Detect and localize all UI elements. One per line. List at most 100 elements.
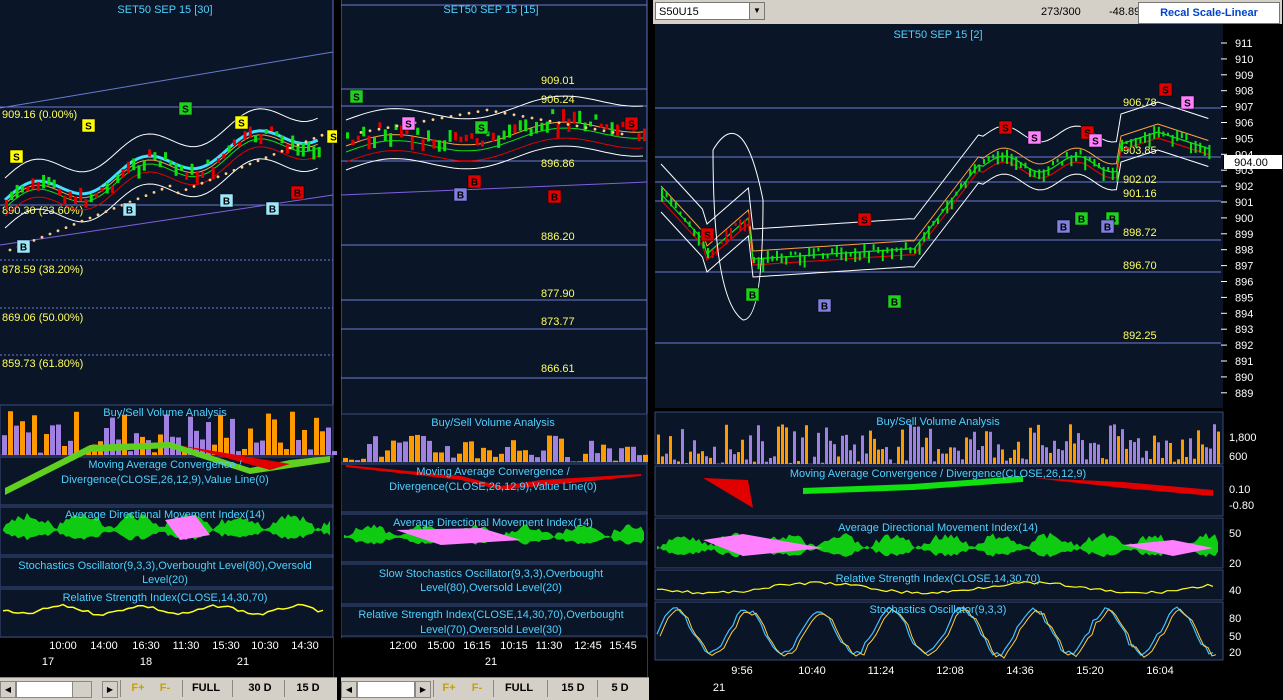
range-15d-button[interactable]: 15 D [288, 680, 328, 697]
volume-bar [657, 434, 660, 464]
candle [351, 139, 355, 145]
candle [914, 248, 916, 254]
range-5d-button[interactable]: 5 D [603, 680, 637, 697]
scroll-right-arrow[interactable]: ▶ [102, 681, 118, 698]
candle [248, 126, 252, 139]
indicator-title: Average Directional Movement Index(14) [838, 522, 1038, 534]
y-axis-label: 898 [1235, 245, 1253, 257]
candle [524, 119, 528, 132]
buy-signal-label: B [294, 189, 301, 200]
indicator-title: Stochastics Oscillator(9,3,3) [870, 604, 1007, 616]
volume-bar [689, 451, 692, 464]
fast-forward-minus-button[interactable]: F- [155, 680, 175, 697]
scroll-left-arrow[interactable]: ◀ [0, 681, 16, 698]
fast-forward-plus-button[interactable]: F+ [439, 680, 459, 697]
volume-bar [62, 445, 67, 455]
volume-bar [789, 462, 792, 464]
sar-dot [593, 127, 597, 131]
candle [762, 257, 765, 273]
volume-bar [1053, 440, 1056, 464]
sar-dot [176, 191, 180, 195]
sar-dot [80, 219, 84, 223]
volume-bar [721, 462, 724, 464]
volume-bar [445, 446, 450, 462]
sar-dot [8, 248, 12, 252]
buy-signal-label: B [821, 302, 828, 313]
price-level-label: 909.01 [541, 75, 575, 87]
sar-dot [512, 113, 516, 117]
volume-bar [1153, 435, 1156, 464]
buy-signal-label: B [457, 191, 464, 202]
sell-signal-label: S [478, 124, 485, 135]
volume-bar [869, 430, 872, 464]
indicator-title: Level(80),Oversold Level(20) [420, 582, 562, 594]
sar-dot [200, 181, 204, 185]
price-level-label: 877.90 [541, 288, 575, 300]
candle [1079, 149, 1082, 155]
candle [670, 197, 673, 207]
candle [1088, 157, 1091, 161]
candle [697, 231, 700, 246]
volume-bar [1129, 440, 1132, 464]
candle [52, 179, 56, 188]
range-30d-button[interactable]: 30 D [240, 680, 280, 697]
candle [264, 129, 268, 134]
indicator-title: Moving Average Convergence / [88, 459, 242, 471]
fast-forward-plus-button[interactable]: F+ [128, 680, 148, 697]
volume-bar [1197, 430, 1200, 464]
range-15d-button[interactable]: 15 D [553, 680, 593, 697]
sar-dot [602, 129, 606, 133]
candle [427, 130, 430, 142]
volume-bar [278, 442, 283, 455]
sell-signal-label: S [182, 105, 189, 116]
volume-bar [613, 460, 618, 462]
volume-bar [857, 461, 860, 464]
scroll-thumb[interactable] [72, 681, 92, 698]
indicator-title: Buy/Sell Volume Analysis [103, 407, 227, 419]
volume-bar [68, 440, 73, 455]
full-range-button[interactable]: FULL [186, 680, 226, 697]
candle [346, 132, 349, 139]
candle [280, 135, 284, 144]
price-chart-15min[interactable]: SET50 SEP 15 [15]909.01906.24896.86886.2… [341, 0, 649, 678]
volume-bar [769, 458, 772, 464]
candle [835, 245, 838, 257]
sar-dot [72, 223, 76, 226]
sar-dot [476, 110, 480, 113]
sar-dot [40, 235, 44, 239]
volume-bar [230, 418, 235, 455]
full-range-button[interactable]: FULL [499, 680, 539, 697]
candle [748, 212, 751, 227]
volume-bar [677, 461, 680, 464]
volume-bar [637, 455, 642, 462]
volume-bar [797, 461, 800, 464]
candle [776, 250, 778, 261]
sar-dot [395, 124, 399, 128]
scroll-left-arrow[interactable]: ◀ [341, 681, 357, 698]
volume-bar [1073, 443, 1076, 464]
volume-bar [2, 435, 7, 455]
candle [47, 176, 51, 186]
volume-bar [941, 453, 944, 464]
candle [437, 140, 441, 152]
volume-bar [697, 453, 700, 464]
price-chart-2min[interactable]: SET50 SEP 15 [2] 911 910 909 908 907 906 905 904… [653, 0, 1283, 700]
fast-forward-minus-button[interactable]: F- [467, 680, 487, 697]
volume-bar [1113, 424, 1116, 464]
volume-bar [1205, 447, 1208, 464]
horizontal-scrollbar[interactable] [357, 681, 415, 698]
volume-bar [989, 431, 992, 464]
candle [373, 137, 376, 149]
scroll-right-arrow[interactable]: ▶ [415, 681, 431, 698]
volume-bar [961, 459, 964, 464]
volume-bar [1081, 440, 1084, 464]
horizontal-scrollbar[interactable] [16, 681, 73, 698]
candle [1001, 152, 1004, 162]
time-label: 10:15 [500, 640, 528, 652]
candle [877, 246, 880, 254]
sar-dot [575, 124, 579, 128]
volume-bar [421, 435, 426, 462]
volume-bar [1209, 448, 1212, 464]
price-chart-30min[interactable]: SET50 SEP 15 [30] 909.16 (0.00%) 890.30 (2… [0, 0, 337, 678]
indicator-title: Slow Stochastics Oscillator(9,3,3),Overb… [379, 568, 603, 580]
